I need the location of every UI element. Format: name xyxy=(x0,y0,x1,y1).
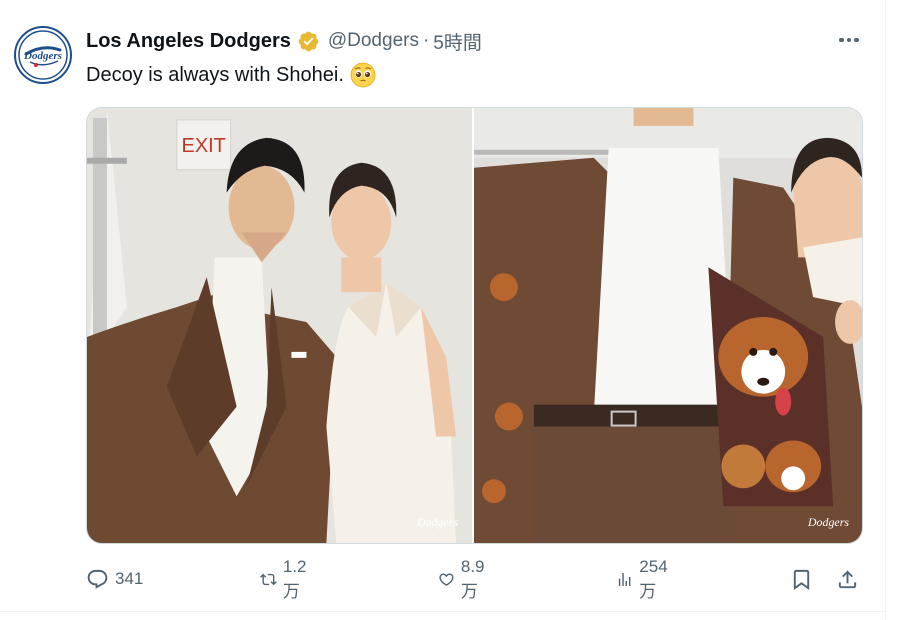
display-name[interactable]: Los Angeles Dodgers xyxy=(86,30,291,53)
like-count: 8.9万 xyxy=(460,556,485,601)
tweet-text: Decoy is always with Shohei. xyxy=(86,61,376,89)
views-button[interactable]: 254万 xyxy=(616,557,673,601)
exit-sign: EXIT xyxy=(176,119,232,171)
reply-count: 341 xyxy=(115,569,144,588)
repost-icon xyxy=(260,573,277,585)
heart-icon xyxy=(439,573,454,586)
repost-button[interactable]: 1.2万 xyxy=(260,557,313,601)
separator-dot: · xyxy=(422,30,430,51)
more-dot-icon xyxy=(854,37,859,43)
analytics-icon xyxy=(618,572,631,586)
tweet-bottom-divider xyxy=(0,611,885,612)
exit-sign-text: EXIT xyxy=(182,135,226,157)
more-options-button[interactable] xyxy=(834,27,864,53)
user-handle[interactable]: @Dodgers xyxy=(328,30,419,52)
dodgers-logo-icon: Dodgers xyxy=(18,30,68,80)
verified-badge-icon[interactable] xyxy=(297,30,320,53)
reply-button[interactable]: 341 xyxy=(86,564,143,594)
share-button[interactable] xyxy=(836,564,859,594)
more-dot-icon xyxy=(846,37,852,43)
watermark-left: Dodgers xyxy=(416,515,459,529)
repost-count: 1.2万 xyxy=(282,556,307,601)
photo-couple[interactable]: EXIT Dodgers xyxy=(87,108,472,543)
tweet-body: Decoy is always with Shohei. xyxy=(86,64,344,86)
views-count: 254万 xyxy=(639,556,668,601)
like-button[interactable]: 8.9万 xyxy=(438,557,491,601)
share-icon xyxy=(838,569,857,588)
reply-icon xyxy=(87,569,108,589)
pleading-face-emoji-icon xyxy=(350,62,376,88)
avatar[interactable]: Dodgers xyxy=(14,26,72,84)
column-divider xyxy=(885,0,886,620)
more-dot-icon xyxy=(839,37,844,43)
watermark-right: Dodgers xyxy=(807,515,850,529)
bookmark-icon xyxy=(793,569,810,590)
avatar-logo-text: Dodgers xyxy=(23,50,62,62)
timestamp[interactable]: 5時間 xyxy=(433,28,482,55)
bookmark-button[interactable] xyxy=(790,564,813,594)
tweet-media: EXIT Dodgers Dodgers xyxy=(86,107,863,544)
tweet-header: Los Angeles Dodgers @Dodgers · 5時間 xyxy=(86,27,482,55)
photo-jacket-lining[interactable]: Dodgers xyxy=(474,108,862,543)
